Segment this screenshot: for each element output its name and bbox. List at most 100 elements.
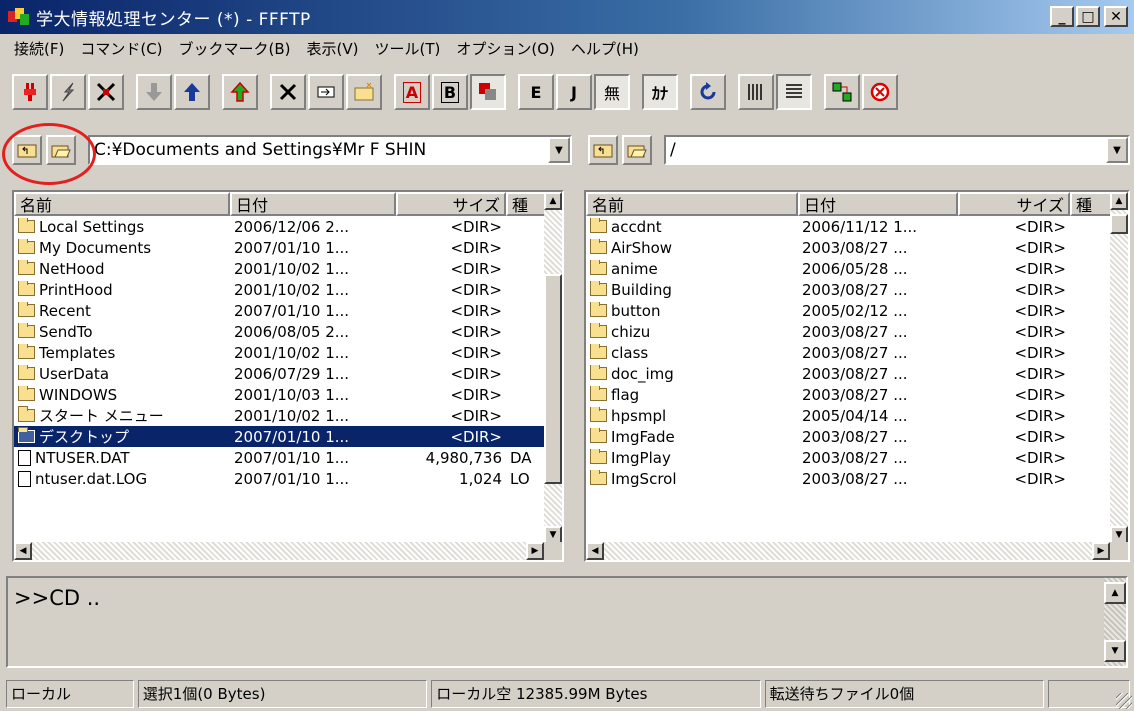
list-item[interactable]: デスクトップ 2007/01/10 1... <DIR>	[14, 426, 548, 447]
ascii-mode-button[interactable]: A	[394, 74, 430, 110]
list-item[interactable]: ImgScrol 2003/08/27 ... <DIR>	[586, 468, 1112, 489]
column-name[interactable]: 名前	[586, 192, 798, 216]
scroll-left-button[interactable]: ◀	[586, 542, 604, 560]
scroll-up-button[interactable]: ▲	[1110, 192, 1128, 210]
scroll-up-button[interactable]: ▲	[1104, 582, 1126, 604]
log-vertical-scrollbar[interactable]: ▲ ▼	[1104, 578, 1126, 666]
resize-grip[interactable]	[1116, 693, 1132, 709]
delete-button[interactable]	[270, 74, 306, 110]
rename-button[interactable]	[308, 74, 344, 110]
refresh-button[interactable]	[690, 74, 726, 110]
list-item[interactable]: class 2003/08/27 ... <DIR>	[586, 342, 1112, 363]
abort-button[interactable]	[862, 74, 898, 110]
list-item[interactable]: AirShow 2003/08/27 ... <DIR>	[586, 237, 1112, 258]
scroll-thumb[interactable]	[1110, 214, 1128, 234]
scroll-thumb[interactable]	[544, 274, 562, 484]
list-item[interactable]: WINDOWS 2001/10/03 1... <DIR>	[14, 384, 548, 405]
list-item[interactable]: accdnt 2006/11/12 1... <DIR>	[586, 216, 1112, 237]
file-name: flag	[611, 385, 640, 404]
list-item[interactable]: UserData 2006/07/29 1... <DIR>	[14, 363, 548, 384]
column-date[interactable]: 日付	[798, 192, 958, 216]
maximize-button[interactable]: □	[1076, 6, 1100, 27]
list-item[interactable]: anime 2006/05/28 ... <DIR>	[586, 258, 1112, 279]
list-item[interactable]: ntuser.dat.LOG 2007/01/10 1... 1,024 LO	[14, 468, 548, 489]
sync-browse-button[interactable]	[824, 74, 860, 110]
remote-file-list[interactable]: 名前 日付 サイズ 種 accdnt 2006/11/12 1... <DIR> Ai…	[584, 190, 1130, 562]
remote-path-dropdown-button[interactable]: ▼	[1106, 137, 1128, 163]
scroll-up-button[interactable]: ▲	[544, 192, 562, 210]
column-size[interactable]: サイズ	[396, 192, 506, 216]
menu-bookmark[interactable]: ブックマーク(B)	[171, 38, 299, 59]
detail-view-button[interactable]	[776, 74, 812, 110]
column-size[interactable]: サイズ	[958, 192, 1070, 216]
list-item[interactable]: hpsmpl 2005/04/14 ... <DIR>	[586, 405, 1112, 426]
list-item[interactable]: NetHood 2001/10/02 1... <DIR>	[14, 258, 548, 279]
local-horizontal-scrollbar[interactable]: ◀ ▶	[14, 542, 544, 560]
list-item[interactable]: button 2005/02/12 ... <DIR>	[586, 300, 1112, 321]
kana-convert-button[interactable]: ｶﾅ	[642, 74, 678, 110]
chevron-down-icon: ▼	[1113, 144, 1121, 156]
menu-command[interactable]: コマンド(C)	[72, 38, 170, 59]
menu-options[interactable]: オプション(O)	[448, 38, 563, 59]
mirror-upload-button[interactable]	[222, 74, 258, 110]
list-item[interactable]: スタート メニュー 2001/10/02 1... <DIR>	[14, 405, 548, 426]
local-path-combo[interactable]: C:¥Documents and Settings¥Mr F SHIN ▼	[88, 135, 572, 165]
menu-view[interactable]: 表示(V)	[299, 38, 367, 59]
list-item[interactable]: My Documents 2007/01/10 1... <DIR>	[14, 237, 548, 258]
log-pane[interactable]: >>CD .. ▲ ▼	[6, 576, 1128, 668]
list-item[interactable]: PrintHood 2001/10/02 1... <DIR>	[14, 279, 548, 300]
minimize-button[interactable]: _	[1050, 6, 1074, 27]
list-item[interactable]: flag 2003/08/27 ... <DIR>	[586, 384, 1112, 405]
list-item[interactable]: SendTo 2006/08/05 2... <DIR>	[14, 321, 548, 342]
remote-horizontal-scrollbar[interactable]: ◀ ▶	[586, 542, 1110, 560]
remote-vertical-scrollbar[interactable]: ▲ ▼	[1110, 192, 1128, 544]
remote-parent-folder-button[interactable]	[588, 135, 618, 165]
close-button[interactable]: ✕	[1104, 6, 1128, 27]
remote-open-folder-button[interactable]	[622, 135, 652, 165]
list-item[interactable]: Local Settings 2006/12/06 2... <DIR>	[14, 216, 548, 237]
list-item[interactable]: Recent 2007/01/10 1... <DIR>	[14, 300, 548, 321]
list-item[interactable]: ImgPlay 2003/08/27 ... <DIR>	[586, 447, 1112, 468]
list-item[interactable]: NTUSER.DAT 2007/01/10 1... 4,980,736 DA	[14, 447, 548, 468]
upload-button[interactable]	[174, 74, 210, 110]
scroll-down-button[interactable]: ▼	[1104, 640, 1126, 662]
column-date[interactable]: 日付	[230, 192, 396, 216]
euc-convert-button[interactable]: E	[518, 74, 554, 110]
list-item[interactable]: ImgFade 2003/08/27 ... <DIR>	[586, 426, 1112, 447]
mkdir-button[interactable]	[346, 74, 382, 110]
column-type[interactable]: 種	[506, 192, 548, 216]
scroll-right-button[interactable]: ▶	[1092, 542, 1110, 560]
remote-path-combo[interactable]: / ▼	[664, 135, 1130, 165]
scroll-left-button[interactable]: ◀	[14, 542, 32, 560]
list-item[interactable]: doc_img 2003/08/27 ... <DIR>	[586, 363, 1112, 384]
local-vertical-scrollbar[interactable]: ▲ ▼	[544, 192, 562, 544]
no-convert-button[interactable]: 無	[594, 74, 630, 110]
binary-mode-button[interactable]: B	[432, 74, 468, 110]
column-name[interactable]: 名前	[14, 192, 230, 216]
menu-help[interactable]: ヘルプ(H)	[563, 38, 647, 59]
list-item[interactable]: chizu 2003/08/27 ... <DIR>	[586, 321, 1112, 342]
scroll-right-button[interactable]: ▶	[526, 542, 544, 560]
date-cell: 2007/01/10 1...	[234, 427, 350, 446]
list-view-button[interactable]	[738, 74, 774, 110]
list-item[interactable]: Building 2003/08/27 ... <DIR>	[586, 279, 1112, 300]
column-type[interactable]: 種	[1070, 192, 1112, 216]
ffftp-app-icon[interactable]	[8, 8, 30, 26]
local-file-list[interactable]: 名前 日付 サイズ 種 Local Settings 2006/12/06 2..…	[12, 190, 564, 562]
menu-connect[interactable]: 接続(F)	[6, 38, 72, 59]
auto-mode-button[interactable]	[470, 74, 506, 110]
name-cell: My Documents	[14, 238, 230, 257]
menu-tools[interactable]: ツール(T)	[367, 38, 449, 59]
date-cell: 2006/08/05 2...	[234, 322, 350, 341]
size-cell: <DIR>	[450, 217, 502, 236]
disconnect-button[interactable]	[88, 74, 124, 110]
local-path-dropdown-button[interactable]: ▼	[548, 137, 570, 163]
jis-convert-button[interactable]: J	[556, 74, 592, 110]
list-item[interactable]: Templates 2001/10/02 1... <DIR>	[14, 342, 548, 363]
connect-button[interactable]	[12, 74, 48, 110]
quick-connect-button[interactable]	[50, 74, 86, 110]
date-cell: 2005/02/12 ...	[802, 301, 908, 320]
date-cell: 2001/10/02 1...	[234, 406, 350, 425]
folder-icon	[590, 364, 607, 380]
download-button[interactable]	[136, 74, 172, 110]
